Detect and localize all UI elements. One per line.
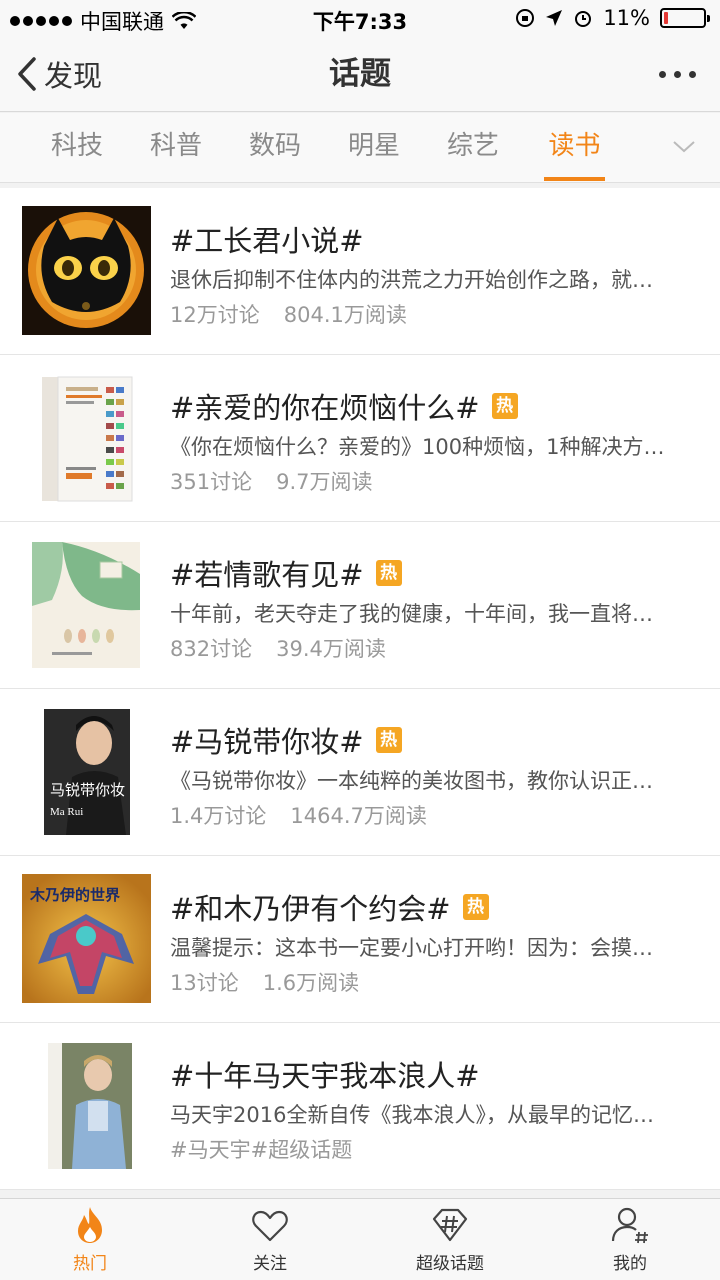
tabbar-label: 超级话题 <box>416 1254 484 1274</box>
topic-stats: 1.4万讨论 1464.7万阅读 <box>170 800 427 830</box>
book-cover-image <box>22 540 151 669</box>
read-count: 1464.7万阅读 <box>290 804 427 828</box>
list-item[interactable]: 木乃伊的世界 #和木乃伊有个约会# 热 温馨提示：这本书一定要小心打开哟！因为：… <box>0 856 720 1023</box>
discussion-count: 12万讨论 <box>170 303 260 327</box>
battery-percent: 11% <box>603 6 650 30</box>
topic-title-text: #若情歌有见# <box>170 558 364 592</box>
more-dot-icon <box>689 70 696 78</box>
book-cover-image <box>22 373 151 502</box>
topic-stats: 12万讨论 804.1万阅读 <box>170 299 407 329</box>
topic-thumbnail <box>22 1041 151 1170</box>
alarm-icon <box>575 11 592 27</box>
list-item[interactable]: #工长君小说# 退休后抑制不住体内的洪荒之力开始创作之路，就… 12万讨论 80… <box>0 188 720 355</box>
hot-badge: 热 <box>375 560 402 586</box>
topic-title: #若情歌有见# 热 <box>170 552 402 594</box>
hot-badge: 热 <box>375 727 402 753</box>
tabbar-item-super-topic[interactable]: 超级话题 <box>360 1199 540 1280</box>
topic-list: #工长君小说# 退休后抑制不住体内的洪荒之力开始创作之路，就… 12万讨论 80… <box>0 188 720 1190</box>
navigation-bar: 发现 话题 <box>0 36 720 112</box>
discussion-count: 13讨论 <box>170 971 239 995</box>
read-count: 804.1万阅读 <box>283 303 407 327</box>
book-cover-subtitle: Ma Rui <box>50 806 83 818</box>
flame-icon <box>78 1207 102 1243</box>
list-item[interactable]: 马锐带你妆 Ma Rui #马锐带你妆# 热 《马锐带你妆》一本纯粹的美妆图书，… <box>0 689 720 856</box>
topic-description: 《马锐带你妆》一本纯粹的美妆图书，教你认识正… <box>170 769 653 793</box>
topic-title: #和木乃伊有个约会# 热 <box>170 886 489 928</box>
topic-title-text: #马锐带你妆# <box>170 725 364 759</box>
topic-title: #马锐带你妆# 热 <box>170 719 402 761</box>
tab-reading[interactable]: 读书 <box>544 113 605 183</box>
book-cover-title: 木乃伊的世界 <box>29 886 120 904</box>
topic-stats: 13讨论 1.6万阅读 <box>170 967 359 997</box>
category-tabs: 科技 科普 数码 明星 综艺 读书 <box>0 113 720 183</box>
topic-thumbnail: 马锐带你妆 Ma Rui <box>22 707 151 836</box>
topic-title: #亲爱的你在烦恼什么# 热 <box>170 385 518 427</box>
tab-digital[interactable]: 数码 <box>242 113 308 183</box>
hot-badge: 热 <box>491 393 518 419</box>
read-count: 39.4万阅读 <box>276 637 386 661</box>
cat-avatar-image <box>22 206 151 335</box>
profile-icon <box>611 1207 648 1244</box>
book-cover-title: 马锐带你妆 <box>50 782 125 799</box>
topic-stats: #马天宇#超级话题 <box>170 1134 352 1164</box>
tabbar-item-profile[interactable]: 我的 <box>540 1199 720 1280</box>
topic-thumbnail: 木乃伊的世界 <box>22 874 151 1003</box>
page-title: 话题 <box>329 56 391 92</box>
discussion-count: 832讨论 <box>170 637 253 661</box>
tabbar-item-hot[interactable]: 热门 <box>0 1199 180 1280</box>
list-item[interactable]: #十年马天宇我本浪人# 马天宇2016全新自传《我本浪人》，从最早的记忆… #马… <box>0 1023 720 1190</box>
topic-title-text: #十年马天宇我本浪人# <box>170 1059 480 1093</box>
discussion-count: 1.4万讨论 <box>170 804 267 828</box>
topic-description: 退休后抑制不住体内的洪荒之力开始创作之路，就… <box>170 268 653 292</box>
back-button[interactable]: 发现 <box>16 36 102 112</box>
topic-thumbnail <box>22 206 151 335</box>
more-button[interactable] <box>659 36 696 112</box>
tabbar-label: 我的 <box>613 1254 647 1274</box>
topic-title-text: #亲爱的你在烦恼什么# <box>170 391 480 425</box>
battery-fill <box>664 12 668 24</box>
status-bar: 中国联通 下午7:33 11% <box>0 0 720 36</box>
super-topic-link[interactable]: #马天宇#超级话题 <box>170 1134 352 1164</box>
list-item[interactable]: #若情歌有见# 热 十年前，老天夺走了我的健康，十年间，我一直将… 832讨论 … <box>0 522 720 689</box>
tabbar-item-follow[interactable]: 关注 <box>180 1199 360 1280</box>
book-cover-image: 木乃伊的世界 <box>22 874 151 1003</box>
topic-title: #工长君小说# <box>170 218 364 260</box>
chevron-left-icon <box>18 57 36 91</box>
topic-description: 马天宇2016全新自传《我本浪人》，从最早的记忆… <box>170 1103 654 1127</box>
topic-stats: 351讨论 9.7万阅读 <box>170 466 373 496</box>
more-dot-icon <box>659 70 666 78</box>
tabbar-label: 关注 <box>253 1254 287 1274</box>
topic-description: 温馨提示：这本书一定要小心打开哟！因为：会摸… <box>170 936 653 960</box>
tab-tech[interactable]: 科技 <box>44 113 110 183</box>
read-count: 9.7万阅读 <box>276 470 373 494</box>
super-topic-icon <box>432 1208 468 1242</box>
topic-description: 《你在烦恼什么？亲爱的》100种烦恼，1种解决方… <box>170 435 665 459</box>
bottom-tab-bar: 热门 关注 超级话题 我的 <box>0 1198 720 1280</box>
topic-thumbnail <box>22 540 151 669</box>
book-cover-image <box>22 1041 151 1170</box>
chevron-down-icon[interactable] <box>672 135 696 159</box>
topic-description: 十年前，老天夺走了我的健康，十年间，我一直将… <box>170 602 653 626</box>
more-dot-icon <box>674 70 681 78</box>
status-right: 11% <box>515 6 710 30</box>
battery-icon <box>660 8 710 28</box>
tab-science[interactable]: 科普 <box>143 113 209 183</box>
location-icon <box>546 10 563 26</box>
back-label: 发现 <box>44 59 103 93</box>
topic-title: #十年马天宇我本浪人# <box>170 1053 480 1095</box>
book-cover-image: 马锐带你妆 Ma Rui <box>22 707 151 836</box>
topic-title-text: #工长君小说# <box>170 224 364 258</box>
heart-icon <box>252 1210 288 1242</box>
tabbar-label: 热门 <box>73 1254 107 1274</box>
discussion-count: 351讨论 <box>170 470 253 494</box>
hot-badge: 热 <box>462 894 489 920</box>
tab-celebrity[interactable]: 明星 <box>341 113 407 183</box>
read-count: 1.6万阅读 <box>262 971 360 995</box>
tab-variety[interactable]: 综艺 <box>440 113 506 183</box>
topic-thumbnail <box>22 373 151 502</box>
topic-title-text: #和木乃伊有个约会# <box>170 892 451 926</box>
list-item[interactable]: #亲爱的你在烦恼什么# 热 《你在烦恼什么？亲爱的》100种烦恼，1种解决方… … <box>0 355 720 522</box>
orientation-lock-icon <box>516 9 535 27</box>
topic-stats: 832讨论 39.4万阅读 <box>170 633 386 663</box>
